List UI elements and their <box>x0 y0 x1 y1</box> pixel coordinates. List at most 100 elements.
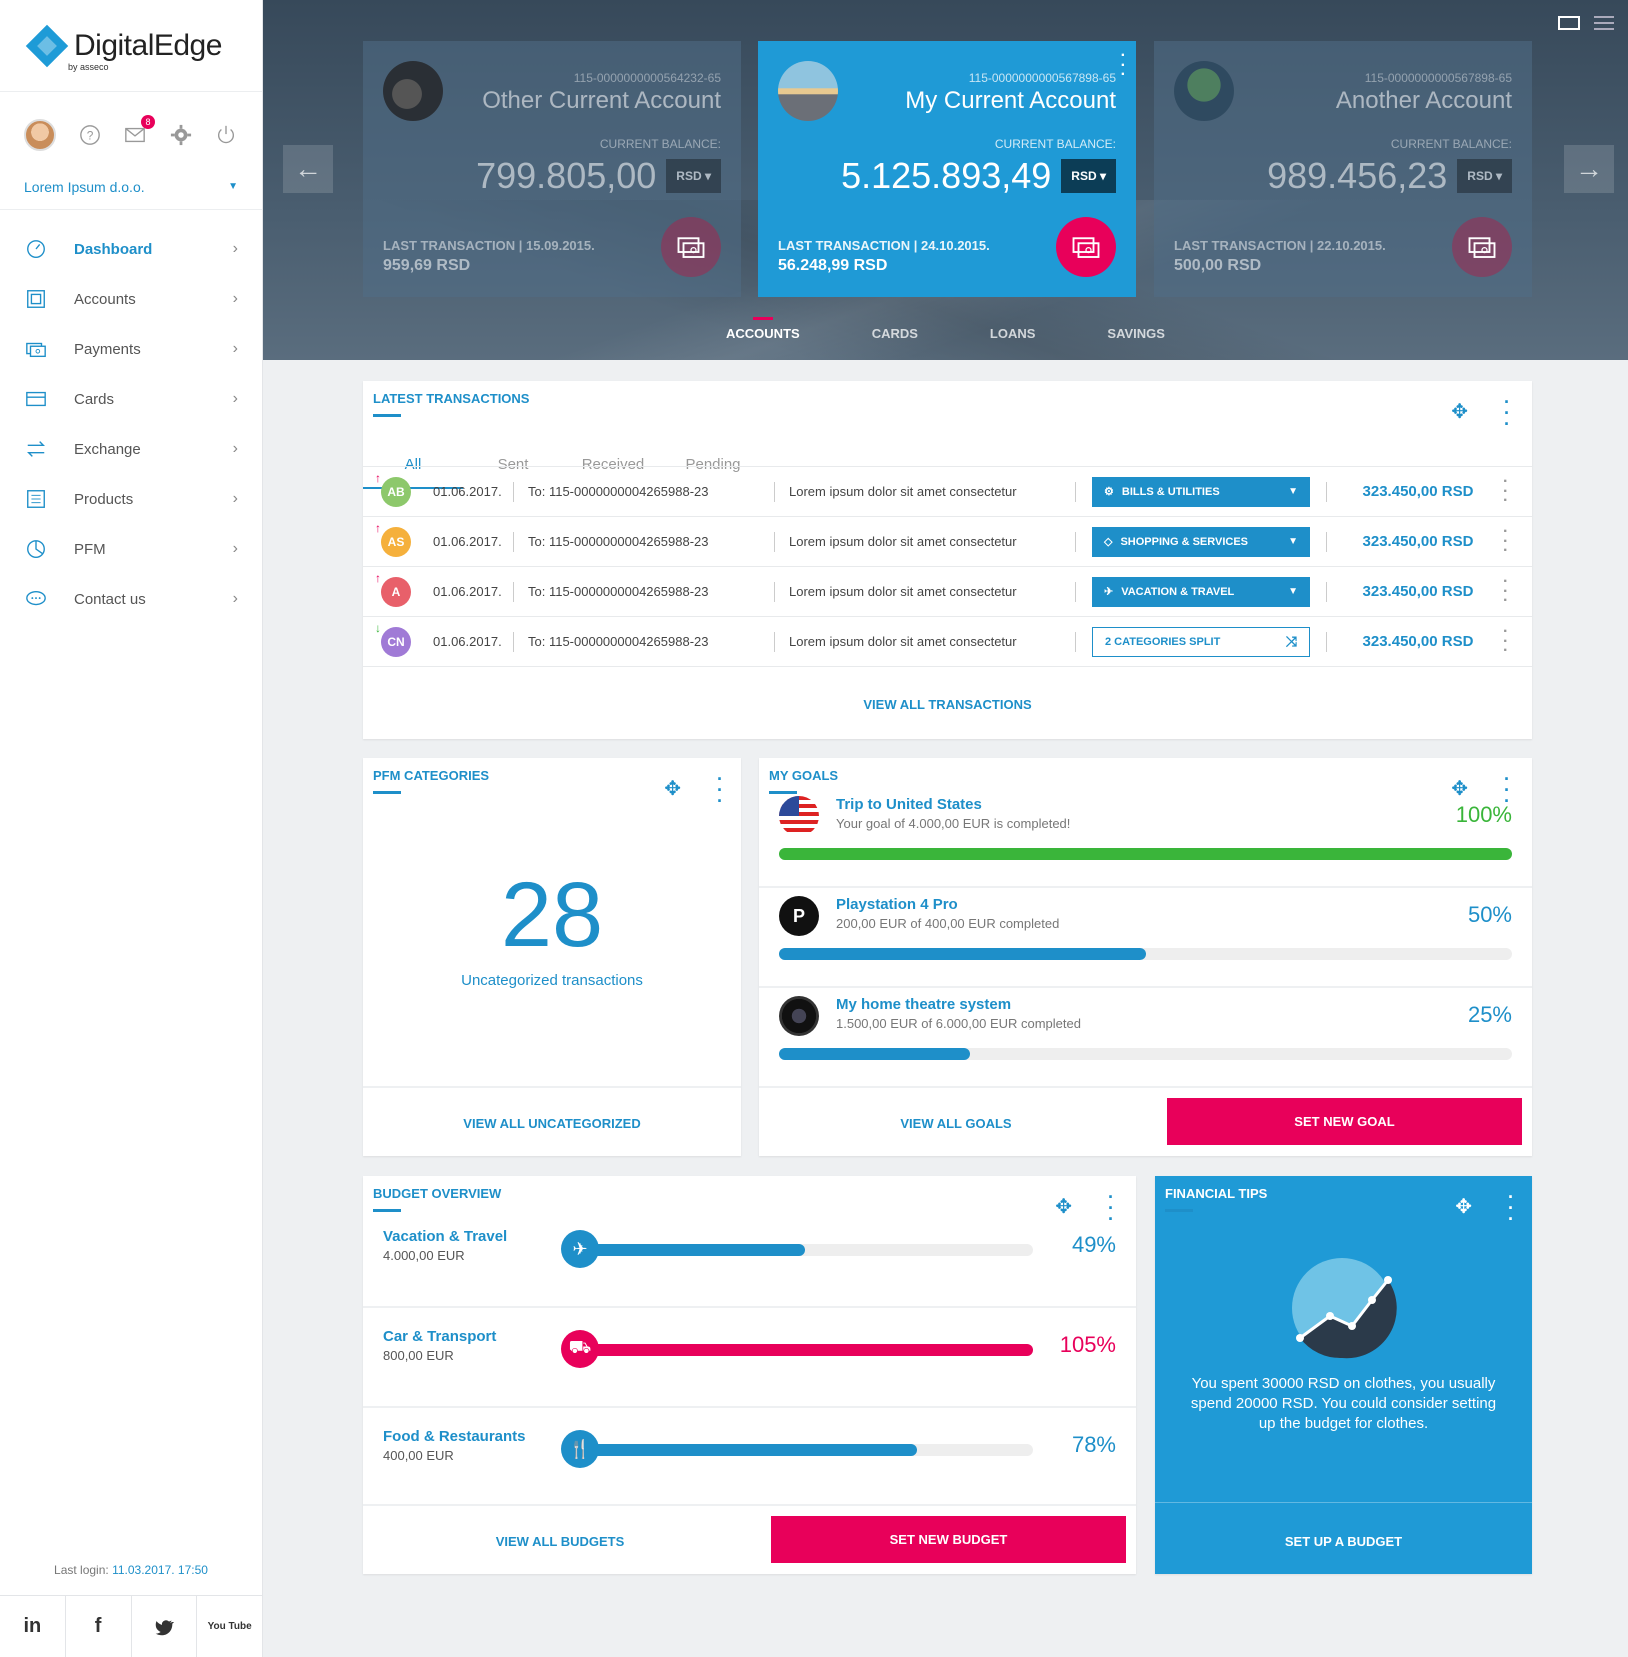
account-card[interactable]: 115-0000000000567898-65 Another Account … <box>1154 41 1532 297</box>
account-photo <box>778 61 838 121</box>
more-icon[interactable]: · · · <box>1503 624 1508 659</box>
tab-loans[interactable]: LOANS <box>986 326 1040 341</box>
more-icon[interactable]: · · · <box>1503 574 1508 609</box>
tab-savings[interactable]: SAVINGS <box>1103 326 1169 341</box>
table-row[interactable]: ↑ AS 01.06.2017. To: 115-0000000004265988… <box>363 516 1532 566</box>
tab-cards[interactable]: CARDS <box>868 326 922 341</box>
last-transaction-label: LAST TRANSACTION <box>383 238 516 253</box>
goal-item[interactable]: P Playstation 4 Pro 200,00 EUR of 400,00… <box>759 882 1532 982</box>
sidebar-item-exchange[interactable]: Exchange › <box>0 424 262 474</box>
prev-account-button[interactable]: ← <box>283 145 333 193</box>
view-all-uncategorized-link[interactable]: VIEW ALL UNCATEGORIZED <box>363 1116 741 1131</box>
more-icon[interactable]: · · · <box>1121 48 1126 83</box>
currency-value: RSD <box>676 169 702 183</box>
cash-icon[interactable] <box>661 217 721 277</box>
sidebar-item-payments[interactable]: Payments › <box>0 324 262 374</box>
company-select[interactable]: Lorem Ipsum d.o.o. ▼ <box>0 170 262 210</box>
progress-fill <box>779 848 1512 860</box>
last-transaction-date: 24.10.2015. <box>921 238 990 253</box>
next-account-button[interactable]: → <box>1564 145 1614 193</box>
currency-select[interactable]: RSD ▾ <box>1457 159 1512 193</box>
category-select[interactable]: ✈ VACATION & TRAVEL ▼ <box>1092 576 1310 607</box>
budget-fill <box>585 1244 805 1256</box>
currency-select[interactable]: RSD ▾ <box>1061 159 1116 193</box>
more-icon[interactable]: · · · <box>1503 474 1508 509</box>
cutlery-icon: 🍴 <box>561 1430 599 1468</box>
currency-select[interactable]: RSD ▾ <box>666 159 721 193</box>
sidebar-item-accounts[interactable]: Accounts › <box>0 274 262 324</box>
gear-icon[interactable] <box>169 123 193 147</box>
move-icon[interactable]: ✥ <box>1455 1194 1472 1219</box>
logo[interactable]: DigitalEdge by asseco <box>0 0 262 92</box>
transaction-amount: 323.450,00 RSD <box>1362 583 1474 600</box>
facebook-icon[interactable]: f <box>66 1596 132 1657</box>
last-transaction-label: LAST TRANSACTION <box>778 238 911 253</box>
view-all-budgets-link[interactable]: VIEW ALL BUDGETS <box>363 1534 757 1549</box>
cards-icon <box>24 387 48 411</box>
latest-transactions-panel: LATEST TRANSACTIONS ✥ · · · All Sent Recei… <box>363 381 1532 739</box>
arrow-right-icon: → <box>1575 153 1603 184</box>
linkedin-icon[interactable]: in <box>0 1596 66 1657</box>
category-split-button[interactable]: 2 CATEGORIES SPLIT ⤨ <box>1092 626 1310 657</box>
view-all-transactions-link[interactable]: VIEW ALL TRANSACTIONS <box>363 697 1532 712</box>
currency-value: RSD <box>1467 169 1493 183</box>
budget-bar <box>585 1444 1033 1456</box>
budget-item[interactable]: Food & Restaurants 400,00 EUR 🍴 78% <box>363 1406 1136 1506</box>
us-flag-icon <box>779 796 819 836</box>
card-view-icon[interactable] <box>1558 16 1580 30</box>
account-card-active[interactable]: · · · 115-0000000000567898-65 My Current A… <box>758 41 1136 297</box>
sent-arrow-icon: ↑ <box>375 570 381 585</box>
more-icon[interactable]: · · · <box>1506 1188 1516 1228</box>
goal-item[interactable]: My home theatre system 1.500,00 EUR of 6… <box>759 982 1532 1082</box>
logo-mark <box>25 24 69 67</box>
sidebar-item-contact[interactable]: Contact us › <box>0 574 262 624</box>
avatar[interactable] <box>24 119 56 151</box>
set-new-budget-button[interactable]: SET NEW BUDGET <box>771 1516 1126 1563</box>
category-select[interactable]: ⚙ BILLS & UTILITIES ▼ <box>1092 476 1310 507</box>
goal-item[interactable]: Trip to United States Your goal of 4.000… <box>759 782 1532 882</box>
chevron-right-icon: › <box>232 390 238 407</box>
cash-icon[interactable] <box>1452 217 1512 277</box>
tab-accounts[interactable]: ACCOUNTS <box>722 326 804 341</box>
more-icon[interactable]: · · · <box>1503 524 1508 559</box>
twitter-icon[interactable] <box>132 1596 198 1657</box>
sent-arrow-icon: ↑ <box>375 520 381 535</box>
account-card[interactable]: 115-0000000000564232-65 Other Current Ac… <box>363 41 741 297</box>
transaction-amount: 323.450,00 RSD <box>1362 533 1474 550</box>
sidebar-item-dashboard[interactable]: Dashboard › <box>0 224 262 274</box>
table-row[interactable]: ↓ CN 01.06.2017. To: 115-0000000004265988… <box>363 616 1532 666</box>
sidebar-item-pfm[interactable]: PFM › <box>0 524 262 574</box>
balance-label: CURRENT BALANCE: <box>599 137 721 151</box>
move-icon[interactable]: ✥ <box>664 776 681 801</box>
mail-icon[interactable]: 8 <box>123 115 155 147</box>
sidebar-item-cards[interactable]: Cards › <box>0 374 262 424</box>
budget-amount: 800,00 EUR <box>383 1348 454 1363</box>
uncategorized-count: 28 <box>500 864 604 966</box>
contact-icon <box>24 587 48 611</box>
power-icon[interactable] <box>214 123 238 147</box>
table-row[interactable]: ↑ A 01.06.2017. To: 115-0000000004265988-… <box>363 566 1532 616</box>
budget-item[interactable]: Car & Transport 800,00 EUR ⛟ 105% <box>363 1306 1136 1406</box>
category-select[interactable]: ◇ SHOPPING & SERVICES ▼ <box>1092 526 1310 557</box>
goal-percent: 50% <box>1467 902 1512 927</box>
last-login-label: Last login: <box>54 1563 109 1577</box>
move-icon[interactable]: ✥ <box>1451 399 1468 424</box>
speaker-icon <box>779 996 819 1036</box>
avatar: ↓ CN <box>375 621 411 657</box>
sidebar-item-products[interactable]: Products › <box>0 474 262 524</box>
last-transaction: LAST TRANSACTION | 22.10.2015. <box>1174 238 1386 253</box>
list-view-icon[interactable] <box>1594 16 1614 30</box>
goal-status: 200,00 EUR of 400,00 EUR completed <box>836 916 1060 931</box>
cash-icon[interactable] <box>1056 217 1116 277</box>
more-icon[interactable]: · · · <box>1502 393 1512 433</box>
view-toggle <box>1558 16 1614 30</box>
table-row[interactable]: ↑ AB 01.06.2017. To: 115-0000000004265988… <box>363 466 1532 516</box>
youtube-label: You Tube <box>207 1621 252 1632</box>
set-up-budget-link[interactable]: SET UP A BUDGET <box>1155 1534 1532 1549</box>
more-icon[interactable]: · · · <box>715 770 725 810</box>
view-all-goals-link[interactable]: VIEW ALL GOALS <box>759 1116 1153 1131</box>
help-icon[interactable]: ? <box>78 123 102 147</box>
budget-item[interactable]: Vacation & Travel 4.000,00 EUR ✈ 49% <box>363 1206 1136 1306</box>
youtube-icon[interactable]: You Tube <box>197 1596 262 1657</box>
set-new-goal-button[interactable]: SET NEW GOAL <box>1167 1098 1522 1145</box>
